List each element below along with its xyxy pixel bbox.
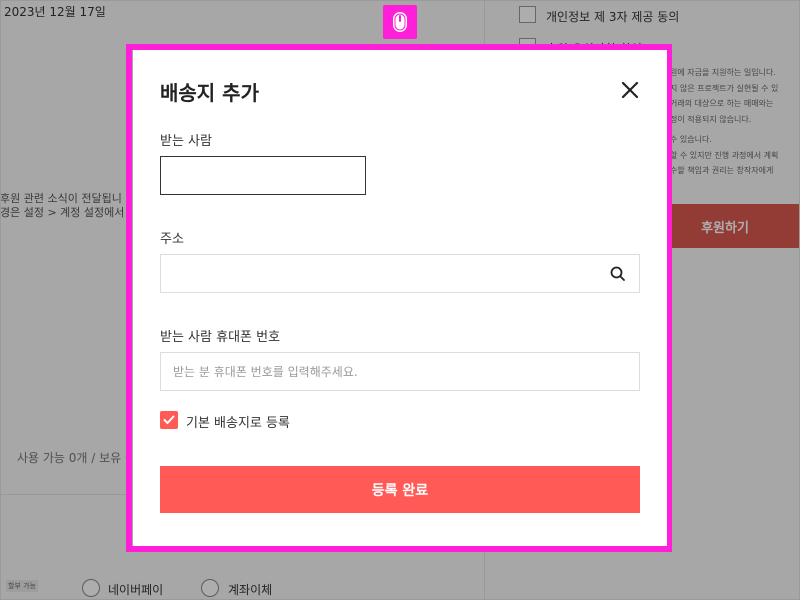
mouse-icon (383, 5, 417, 39)
phone-input[interactable] (160, 352, 640, 391)
recipient-input[interactable] (160, 156, 366, 195)
default-address-checkbox[interactable] (160, 411, 178, 429)
checkmark-icon (163, 415, 175, 424)
submit-button[interactable]: 등록 완료 (160, 466, 640, 513)
add-address-modal: 배송지 추가 받는 사람 주소 받는 사람 휴대폰 번호 기본 배송지로 등록 … (133, 50, 667, 546)
modal-title: 배송지 추가 (160, 81, 259, 105)
address-label: 주소 (160, 232, 184, 247)
close-icon[interactable] (620, 80, 640, 100)
default-address-label[interactable]: 기본 배송지로 등록 (186, 412, 290, 431)
phone-label: 받는 사람 휴대폰 번호 (160, 330, 281, 345)
address-input[interactable] (160, 254, 640, 293)
recipient-label: 받는 사람 (160, 134, 212, 149)
search-icon[interactable] (609, 265, 627, 283)
